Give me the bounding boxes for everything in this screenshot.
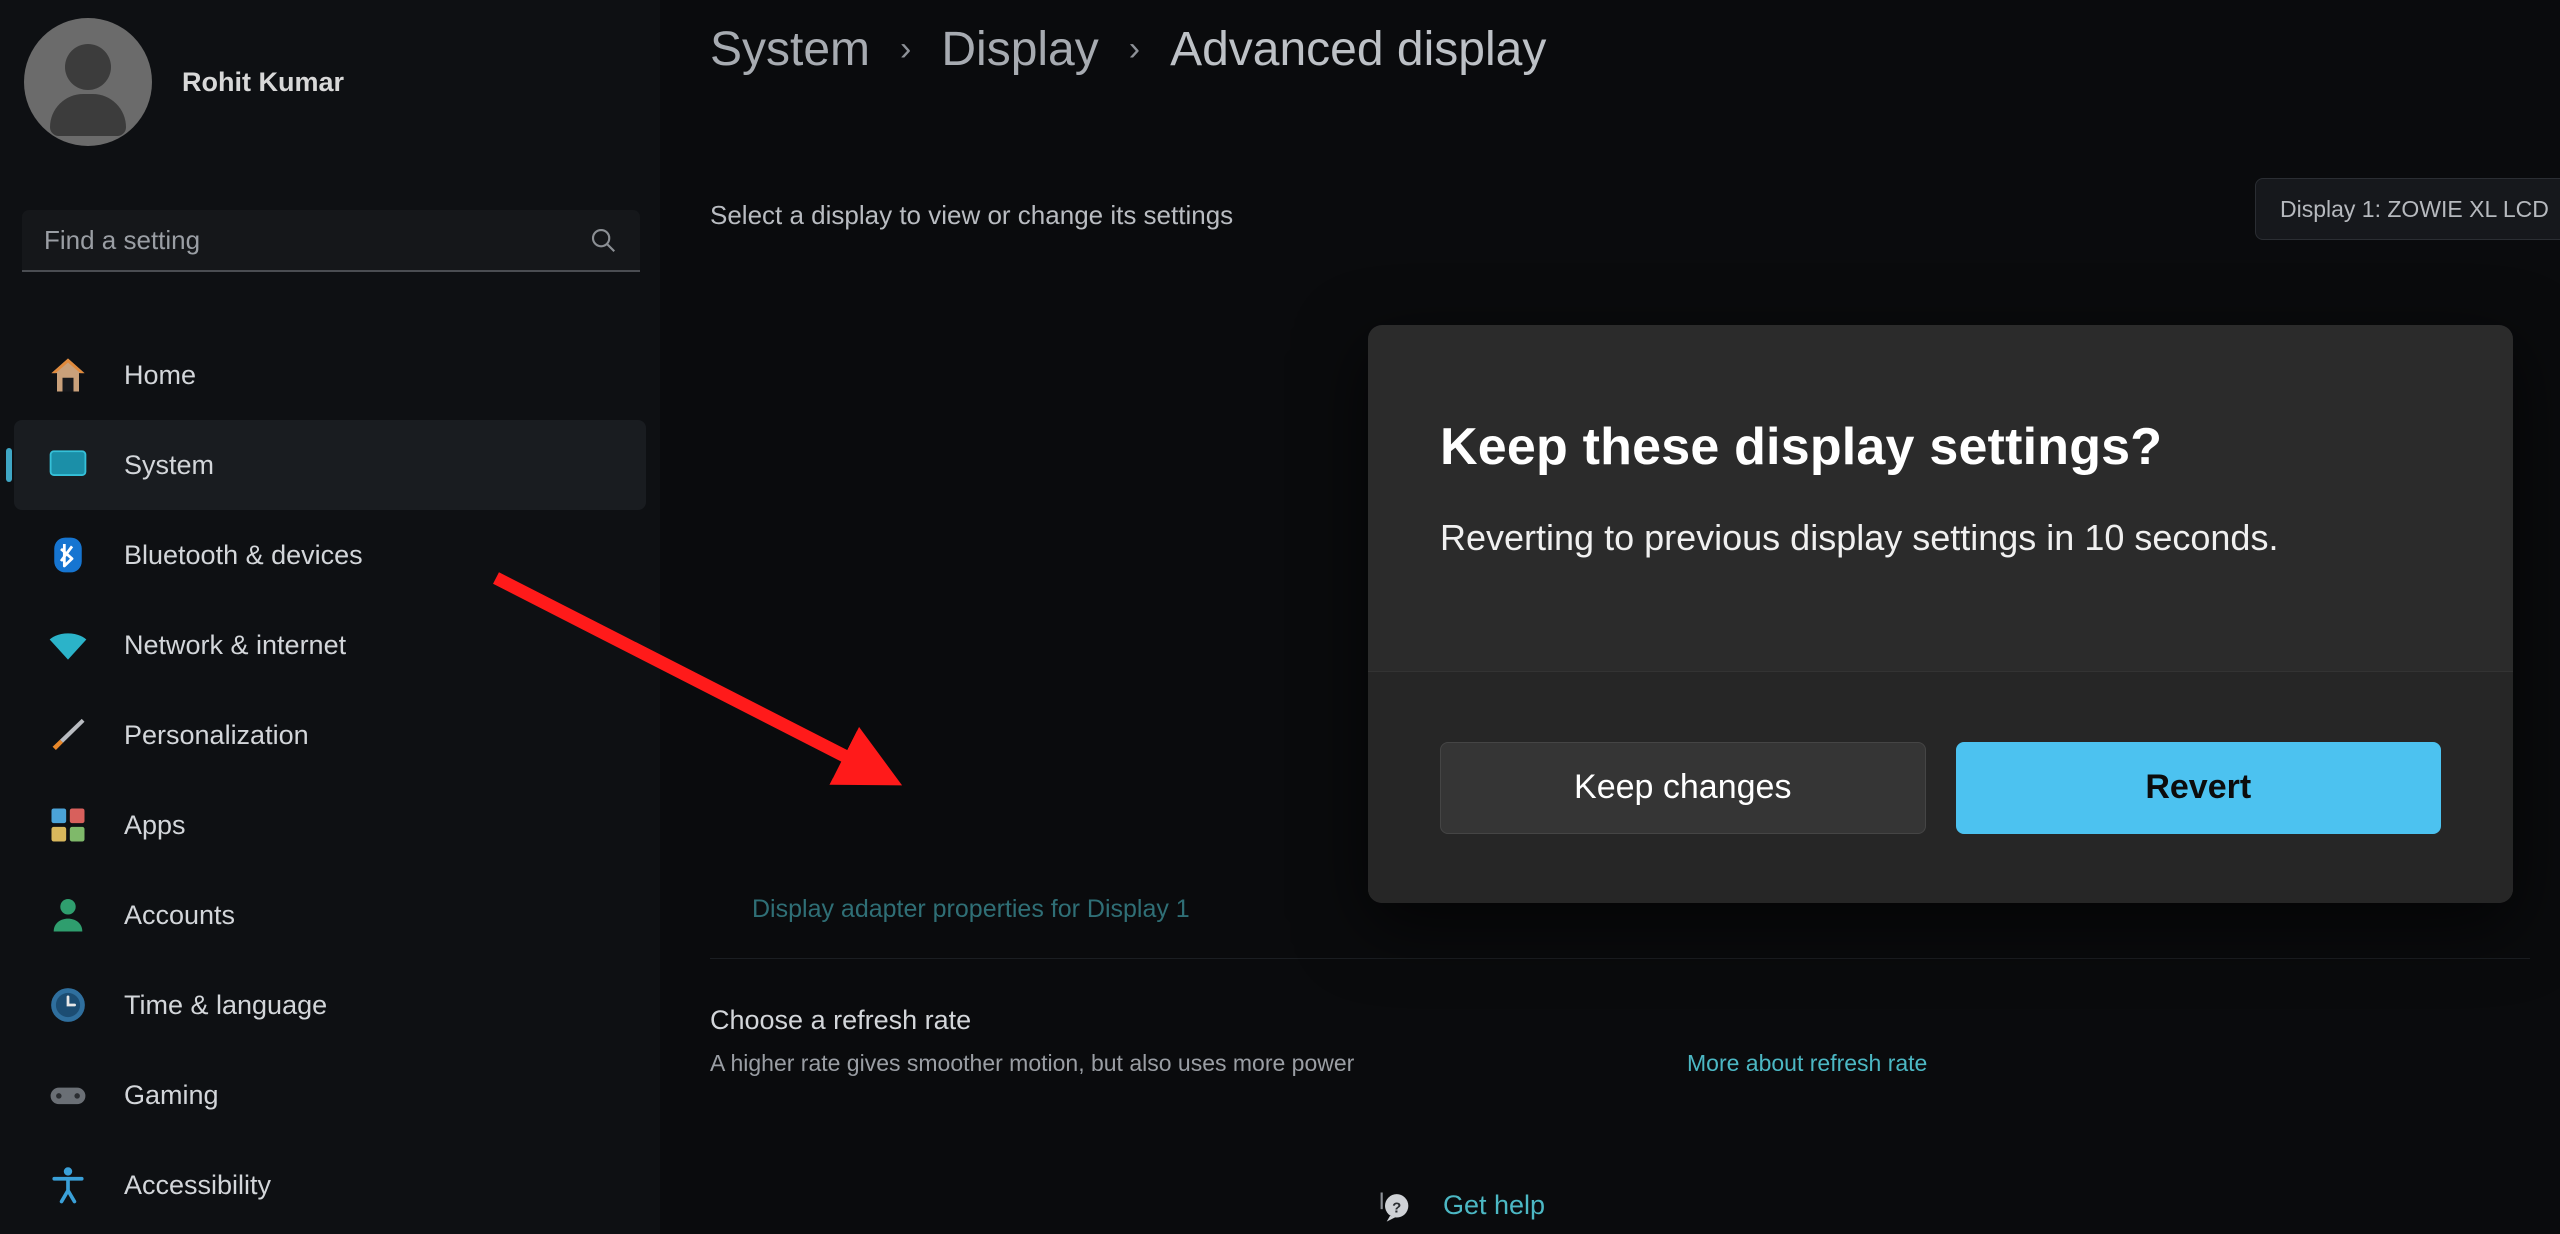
chevron-right-icon: ›: [1128, 30, 1141, 68]
keep-changes-button[interactable]: Keep changes: [1440, 741, 1926, 834]
sidebar-item-label: Bluetooth & devices: [124, 539, 363, 570]
accounts-icon: [46, 893, 90, 937]
account-header[interactable]: Rohit Kumar: [24, 18, 344, 146]
refresh-rate-description: A higher rate gives smoother motion, but…: [710, 1050, 1355, 1076]
sidebar-item-label: Apps: [124, 809, 186, 840]
search-input[interactable]: [44, 224, 588, 256]
display-adapter-properties-link[interactable]: Display adapter properties for Display 1: [752, 895, 1190, 924]
breadcrumb-item-system[interactable]: System: [710, 22, 870, 77]
breadcrumb-item-advanced-display: Advanced display: [1170, 23, 1547, 76]
sidebar: Rohit Kumar Home: [0, 0, 660, 1234]
paintbrush-icon: [46, 713, 90, 757]
sidebar-item-bluetooth-and-devices[interactable]: Bluetooth & devices: [0, 510, 660, 600]
sidebar-item-label: Gaming: [124, 1079, 219, 1110]
sidebar-item-home[interactable]: Home: [0, 330, 660, 420]
breadcrumb-item-display[interactable]: Display: [941, 22, 1098, 77]
avatar-head: [65, 44, 111, 90]
account-name: Rohit Kumar: [182, 66, 344, 97]
apps-icon: [46, 803, 90, 847]
svg-text:?: ?: [1392, 1200, 1401, 1217]
search-box[interactable]: [22, 210, 640, 272]
sidebar-item-label: Time & language: [124, 989, 328, 1020]
help-question-icon: ?: [1380, 1192, 1409, 1222]
search-icon[interactable]: [588, 225, 618, 255]
accessibility-icon: [46, 1163, 90, 1207]
sidebar-item-label: Network & internet: [124, 629, 347, 660]
avatar-body: [50, 94, 126, 136]
divider: [710, 958, 2530, 959]
chevron-right-icon: ›: [900, 30, 912, 68]
dialog-body: Keep these display settings? Reverting t…: [1368, 325, 2513, 559]
home-icon: [46, 353, 90, 397]
person-avatar-icon[interactable]: [24, 18, 152, 146]
display-select-value: Display 1: ZOWIE XL LCD: [2280, 195, 2549, 222]
breadcrumb: System › Display › Advanced display: [710, 22, 1546, 77]
select-display-label: Select a display to view or change its s…: [710, 200, 1234, 230]
sidebar-nav: Home System Bluetooth & devices Network …: [0, 330, 660, 1230]
sidebar-item-accounts[interactable]: Accounts: [0, 870, 660, 960]
sidebar-item-apps[interactable]: Apps: [0, 780, 660, 870]
sidebar-item-label: Accessibility: [124, 1169, 272, 1200]
display-select[interactable]: Display 1: ZOWIE XL LCD ∨: [2255, 178, 2560, 240]
keep-display-settings-dialog: Keep these display settings? Reverting t…: [1368, 325, 2513, 903]
sidebar-item-label: Personalization: [124, 719, 309, 750]
bluetooth-icon: [46, 533, 90, 577]
sidebar-item-label: Home: [124, 359, 197, 390]
get-help-link[interactable]: ? Get help: [1375, 1185, 1545, 1225]
sidebar-item-label: Accounts: [124, 899, 236, 930]
main-content: System › Display › Advanced display Sele…: [660, 0, 2560, 1234]
sidebar-item-label: System: [124, 449, 215, 480]
dialog-title: Keep these display settings?: [1440, 418, 2163, 476]
sidebar-item-time-and-language[interactable]: Time & language: [0, 960, 660, 1050]
monitor-icon: [46, 443, 90, 487]
sidebar-item-gaming[interactable]: Gaming: [0, 1050, 660, 1140]
get-help-label: Get help: [1443, 1189, 1546, 1220]
dialog-footer: Keep changes Revert: [1368, 671, 2513, 903]
sidebar-item-network-and-internet[interactable]: Network & internet: [0, 600, 660, 690]
revert-button[interactable]: Revert: [1955, 741, 2441, 834]
clock-icon: [46, 983, 90, 1027]
sidebar-item-accessibility[interactable]: Accessibility: [0, 1140, 660, 1230]
sidebar-item-system[interactable]: System: [6, 420, 646, 510]
wifi-icon: [46, 623, 90, 667]
dialog-subtitle: Reverting to previous display settings i…: [1440, 517, 2279, 558]
refresh-rate-title: Choose a refresh rate: [710, 1005, 972, 1035]
gaming-icon: [46, 1073, 90, 1117]
sidebar-item-personalization[interactable]: Personalization: [0, 690, 660, 780]
selection-indicator: [6, 448, 12, 482]
more-about-refresh-rate-link[interactable]: More about refresh rate: [1687, 1050, 1927, 1077]
settings-window: Rohit Kumar Home: [0, 0, 2560, 1234]
